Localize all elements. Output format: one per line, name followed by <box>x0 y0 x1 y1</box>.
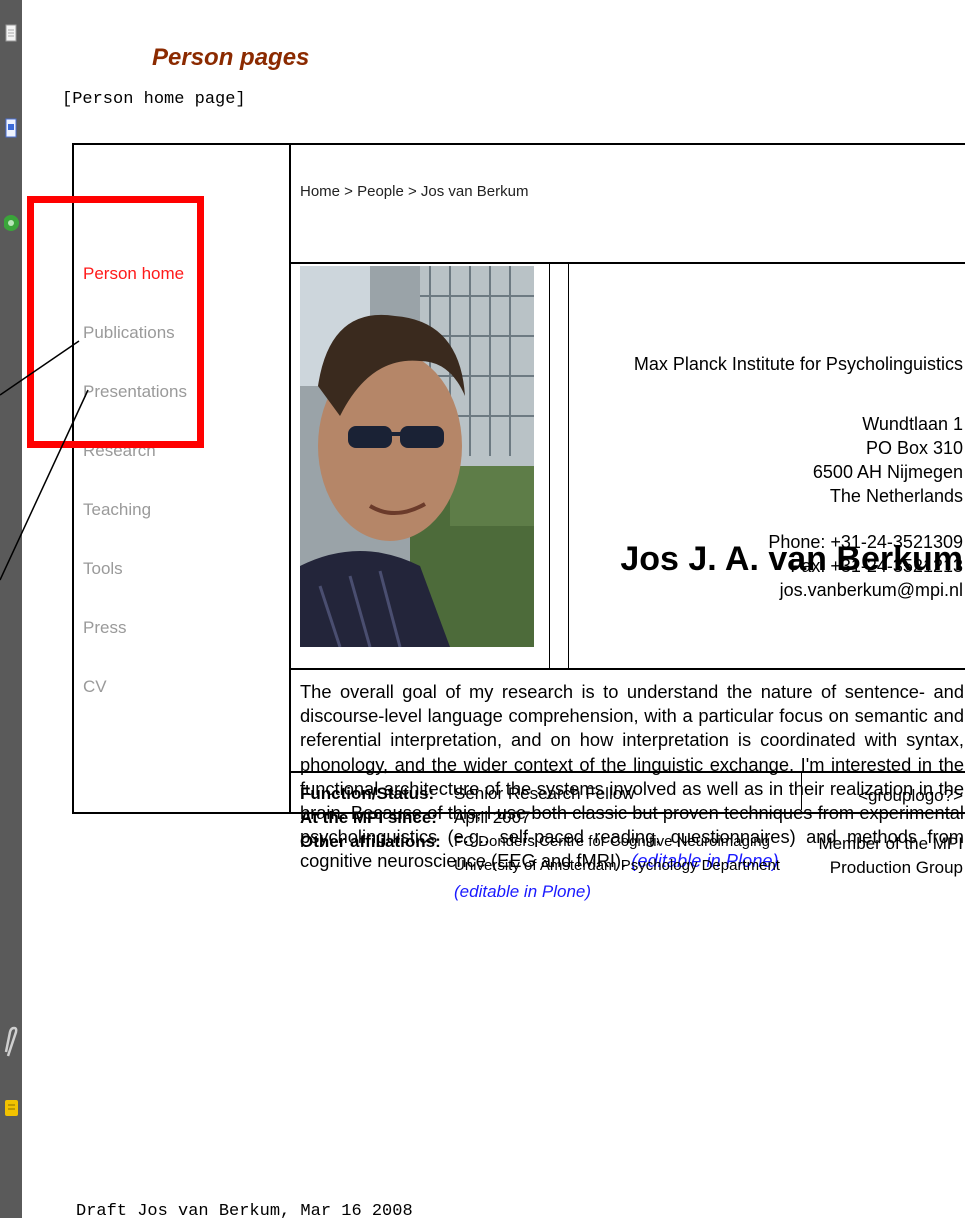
footer-note: Draft Jos van Berkum, Mar 16 2008 <box>76 1202 413 1221</box>
annotation-line-2 <box>0 389 89 581</box>
annotation-line-1 <box>0 340 80 396</box>
annotation-lines <box>0 340 89 581</box>
